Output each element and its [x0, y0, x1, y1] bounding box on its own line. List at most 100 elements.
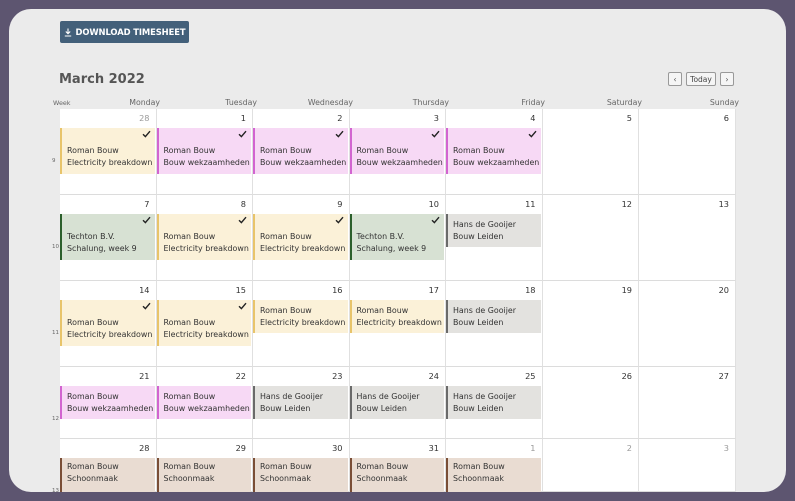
day-cell[interactable]: 22 Roman Bouw Bouw wekzaamheden — [156, 367, 253, 439]
day-cell[interactable]: 1 Roman Bouw Bouw wekzaamheden — [156, 109, 253, 195]
entry-project: Electricity breakdown — [356, 318, 442, 327]
timesheet-entry[interactable]: Roman Bouw Electricity breakdown — [349, 300, 444, 333]
day-number: 24 — [428, 371, 439, 381]
day-number: 28 — [139, 443, 150, 453]
timesheet-entry[interactable]: Roman Bouw Electricity breakdown — [253, 300, 348, 333]
timesheet-entry[interactable]: Hans de Gooijer Bouw Leiden — [253, 386, 348, 419]
day-cell[interactable]: 15 Roman Bouw Electricity breakdown — [156, 281, 253, 367]
day-number: 13 — [718, 199, 729, 209]
timesheet-entry[interactable]: Roman Bouw Electricity breakdown — [60, 300, 155, 346]
today-button[interactable]: Today — [686, 72, 716, 86]
day-cell[interactable]: 16 Roman Bouw Electricity breakdown — [253, 281, 350, 367]
timesheet-entry[interactable]: Roman Bouw Bouw wekzaamheden — [156, 128, 251, 174]
checkmark-icon — [142, 130, 151, 142]
entry-client: Techton B.V. — [67, 232, 115, 241]
download-timesheet-label: DOWNLOAD TIMESHEET — [75, 27, 186, 37]
day-cell[interactable]: 12 — [542, 195, 639, 281]
prev-month-button[interactable]: ‹ — [668, 72, 682, 86]
day-cell[interactable]: 6 — [639, 109, 736, 195]
day-number: 17 — [428, 285, 439, 295]
next-month-button[interactable]: › — [720, 72, 734, 86]
checkmark-icon — [431, 216, 440, 228]
timesheet-entry[interactable]: Hans de Gooijer Bouw Leiden — [349, 386, 444, 419]
timesheet-entry[interactable]: Hans de Gooijer Bouw Leiden — [446, 214, 541, 247]
checkmark-icon — [142, 302, 151, 314]
timesheet-entry[interactable]: Roman Bouw Electricity breakdown — [156, 300, 251, 346]
timesheet-entry[interactable]: Roman Bouw Bouw wekzaamheden — [446, 128, 541, 174]
entry-project: Bouw wekzaamheden — [67, 404, 154, 413]
day-cell[interactable]: 31 Roman Bouw Schoonmaak — [349, 439, 446, 492]
day-cell[interactable]: 18 Hans de Gooijer Bouw Leiden — [446, 281, 543, 367]
timesheet-entry[interactable]: Roman Bouw Electricity breakdown — [156, 214, 251, 260]
day-cell[interactable]: 5 — [542, 109, 639, 195]
day-cell[interactable]: 28 Roman Bouw Electricity breakdown — [60, 109, 157, 195]
timesheet-entry[interactable]: Roman Bouw Bouw wekzaamheden — [253, 128, 348, 174]
day-number: 4 — [530, 113, 536, 123]
day-cell[interactable]: 2 — [542, 439, 639, 492]
day-cell[interactable]: 23 Hans de Gooijer Bouw Leiden — [253, 367, 350, 439]
day-cell[interactable]: 3 Roman Bouw Bouw wekzaamheden — [349, 109, 446, 195]
day-number: 16 — [332, 285, 343, 295]
day-number: 2 — [337, 113, 343, 123]
entry-project: Bouw Leiden — [453, 232, 504, 241]
entry-project: Electricity breakdown — [260, 244, 346, 253]
checkmark-icon — [335, 216, 344, 228]
entry-project: Bouw wekzaamheden — [453, 158, 540, 167]
timesheet-entry[interactable]: Roman Bouw Schoonmaak — [156, 458, 251, 492]
day-cell[interactable]: 28 Roman Bouw Schoonmaak — [60, 439, 157, 492]
timesheet-entry[interactable]: Hans de Gooijer Bouw Leiden — [446, 386, 541, 419]
timesheet-entry[interactable]: Roman Bouw Schoonmaak — [253, 458, 348, 492]
day-cell[interactable]: 9 Roman Bouw Electricity breakdown — [253, 195, 350, 281]
day-cell[interactable]: 11 Hans de Gooijer Bouw Leiden — [446, 195, 543, 281]
day-cell[interactable]: 8 Roman Bouw Electricity breakdown — [156, 195, 253, 281]
timesheet-entry[interactable]: Hans de Gooijer Bouw Leiden — [446, 300, 541, 333]
day-number: 7 — [144, 199, 150, 209]
day-cell[interactable]: 13 — [639, 195, 736, 281]
entry-client: Hans de Gooijer — [453, 220, 517, 229]
day-number: 3 — [433, 113, 439, 123]
week-number: 11 — [52, 330, 59, 336]
weekday-header: Week Monday Tuesday Wednesday Thursday Frida… — [53, 97, 739, 109]
timesheet-entry[interactable]: Techton B.V. Schalung, week 9 — [60, 214, 155, 260]
day-cell[interactable]: 1 Roman Bouw Schoonmaak — [446, 439, 543, 492]
day-number: 6 — [723, 113, 729, 123]
day-cell[interactable]: 30 Roman Bouw Schoonmaak — [253, 439, 350, 492]
entry-project: Bouw wekzaamheden — [356, 158, 443, 167]
day-cell[interactable]: 7 Techton B.V. Schalung, week 9 — [60, 195, 157, 281]
day-cell[interactable]: 20 — [639, 281, 736, 367]
weekday-monday: Monday — [129, 98, 160, 107]
day-number: 21 — [139, 371, 150, 381]
day-cell[interactable]: 4 Roman Bouw Bouw wekzaamheden — [446, 109, 543, 195]
day-cell[interactable]: 25 Hans de Gooijer Bouw Leiden — [446, 367, 543, 439]
day-cell[interactable]: 29 Roman Bouw Schoonmaak — [156, 439, 253, 492]
timesheet-entry[interactable]: Techton B.V. Schalung, week 9 — [349, 214, 444, 260]
day-cell[interactable]: 17 Roman Bouw Electricity breakdown — [349, 281, 446, 367]
day-cell[interactable]: 24 Hans de Gooijer Bouw Leiden — [349, 367, 446, 439]
day-cell[interactable]: 3 — [639, 439, 736, 492]
day-cell[interactable]: 2 Roman Bouw Bouw wekzaamheden — [253, 109, 350, 195]
timesheet-entry[interactable]: Roman Bouw Bouw wekzaamheden — [60, 386, 155, 419]
day-number: 8 — [240, 199, 246, 209]
entry-project: Schalung, week 9 — [356, 244, 427, 253]
day-cell[interactable]: 10 Techton B.V. Schalung, week 9 — [349, 195, 446, 281]
day-cell[interactable]: 19 — [542, 281, 639, 367]
timesheet-entry[interactable]: Roman Bouw Bouw wekzaamheden — [156, 386, 251, 419]
entry-project: Bouw wekzaamheden — [163, 404, 250, 413]
day-number: 20 — [718, 285, 729, 295]
timesheet-entry[interactable]: Roman Bouw Schoonmaak — [60, 458, 155, 492]
timesheet-entry[interactable]: Roman Bouw Schoonmaak — [349, 458, 444, 492]
timesheet-entry[interactable]: Roman Bouw Schoonmaak — [446, 458, 541, 492]
week-number: 12 — [52, 416, 59, 422]
checkmark-icon — [142, 216, 151, 228]
timesheet-entry[interactable]: Roman Bouw Electricity breakdown — [60, 128, 155, 174]
timesheet-entry[interactable]: Roman Bouw Bouw wekzaamheden — [349, 128, 444, 174]
day-cell[interactable]: 26 — [542, 367, 639, 439]
timesheet-entry[interactable]: Roman Bouw Electricity breakdown — [253, 214, 348, 260]
day-cell[interactable]: 21 Roman Bouw Bouw wekzaamheden — [60, 367, 157, 439]
entry-project: Electricity breakdown — [67, 158, 153, 167]
day-cell[interactable]: 14 Roman Bouw Electricity breakdown — [60, 281, 157, 367]
entry-project: Schoonmaak — [356, 474, 408, 483]
download-timesheet-button[interactable]: DOWNLOAD TIMESHEET — [60, 21, 189, 43]
day-number: 28 — [139, 113, 150, 123]
day-cell[interactable]: 27 — [639, 367, 736, 439]
